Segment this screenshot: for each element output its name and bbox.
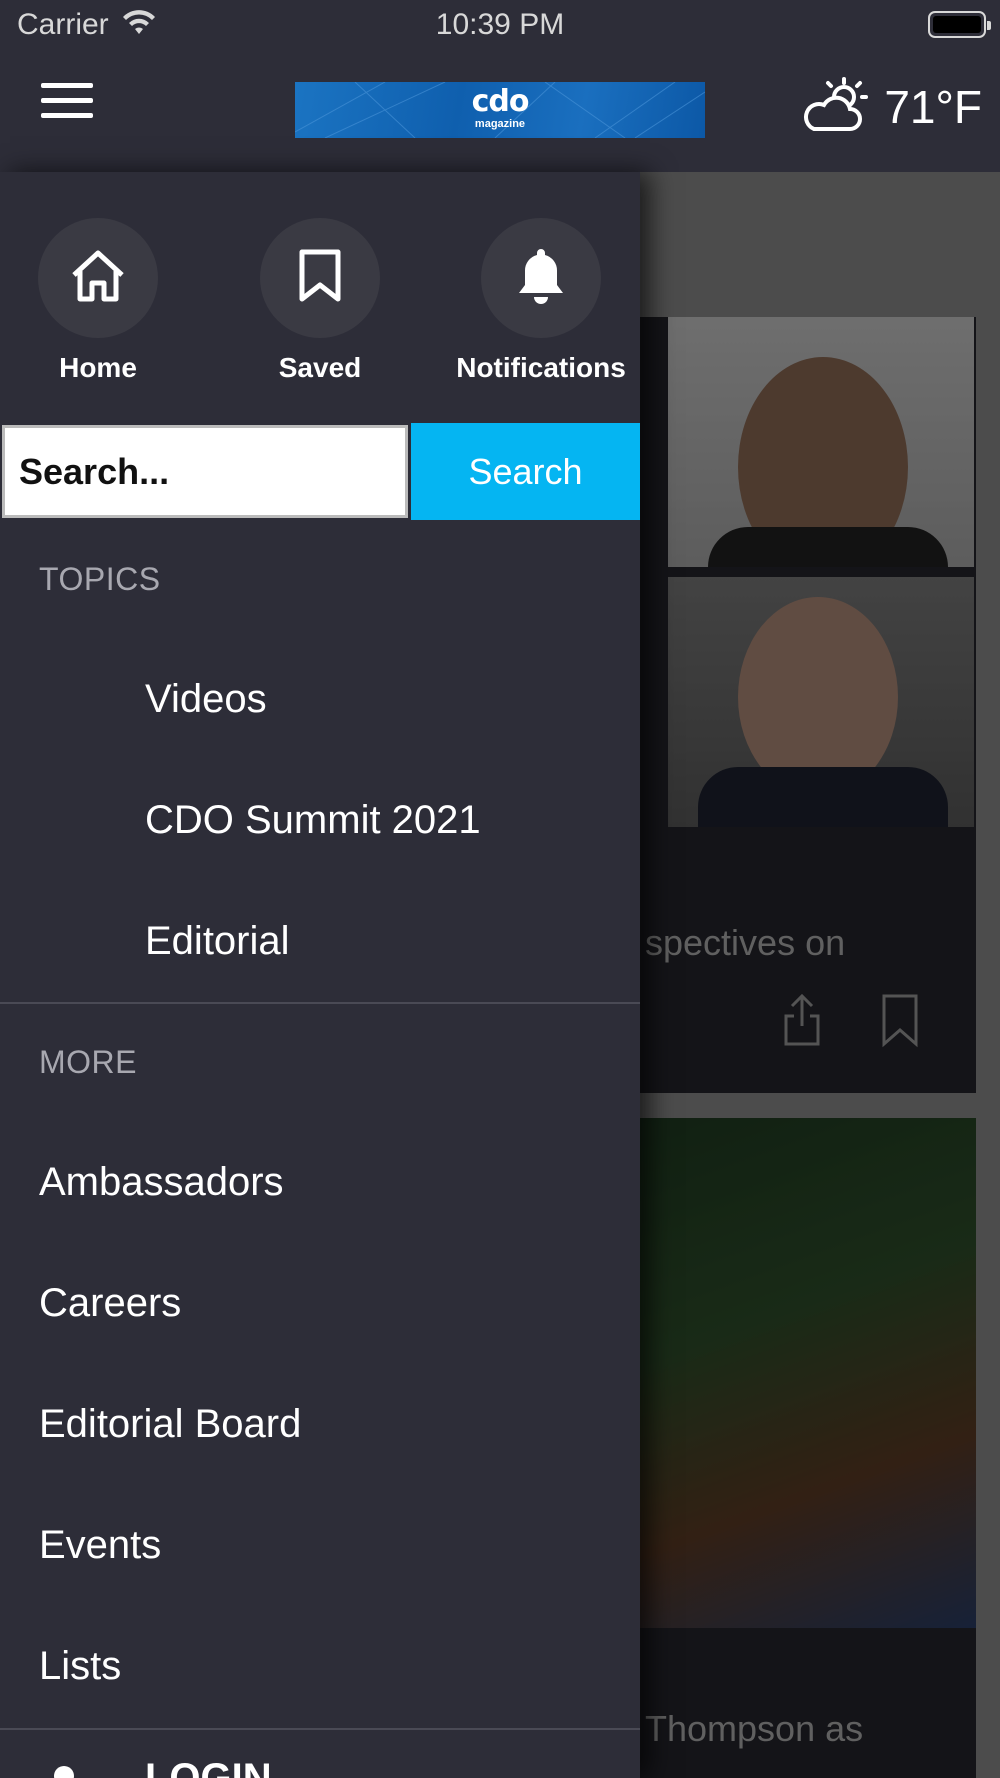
home-icon [70,249,126,308]
bookmark-icon [298,249,342,308]
status-bar: Carrier 10:39 PM [0,0,1000,50]
weather-widget[interactable]: 71°F [800,72,982,142]
saved-label: Saved [278,352,362,383]
more-item-ambassadors[interactable]: Ambassadors [39,1160,284,1205]
logo-subtext: magazine [474,118,526,130]
top-navbar: cdo magazine 71°F [0,50,1000,172]
user-icon [42,1764,86,1778]
search-input[interactable] [2,425,408,518]
bell-icon [515,247,567,310]
temperature-label: 71°F [884,81,982,133]
search-bar: Search [0,423,640,520]
home-label: Home [59,352,137,383]
app-logo[interactable]: cdo magazine [295,82,705,138]
notifications-label: Notifications [456,352,626,383]
more-item-careers[interactable]: Careers [39,1281,181,1326]
topics-section-title: TOPICS [39,561,161,597]
section-divider [0,1728,640,1730]
battery-icon [928,11,991,38]
more-item-events[interactable]: Events [39,1523,161,1568]
more-item-lists[interactable]: Lists [39,1644,121,1689]
notifications-button[interactable]: Notifications [441,218,640,384]
more-item-editorial-board[interactable]: Editorial Board [39,1402,301,1447]
section-divider [0,1002,640,1004]
menu-icon[interactable] [41,83,93,123]
logo-text: cdo [471,84,530,119]
login-button[interactable]: LOGIN [145,1756,272,1778]
status-time: 10:39 PM [435,8,565,41]
side-drawer: Home Saved Notifications Search TOPICS V… [0,172,640,1778]
more-section-title: MORE [39,1044,137,1080]
saved-button[interactable]: Saved [220,218,420,384]
topic-item-cdo-summit-2021[interactable]: CDO Summit 2021 [145,798,481,843]
topic-item-videos[interactable]: Videos [145,677,267,722]
home-button[interactable]: Home [0,218,198,384]
topic-item-editorial[interactable]: Editorial [145,919,290,964]
search-button[interactable]: Search [411,423,640,520]
partly-cloudy-icon [800,75,870,140]
